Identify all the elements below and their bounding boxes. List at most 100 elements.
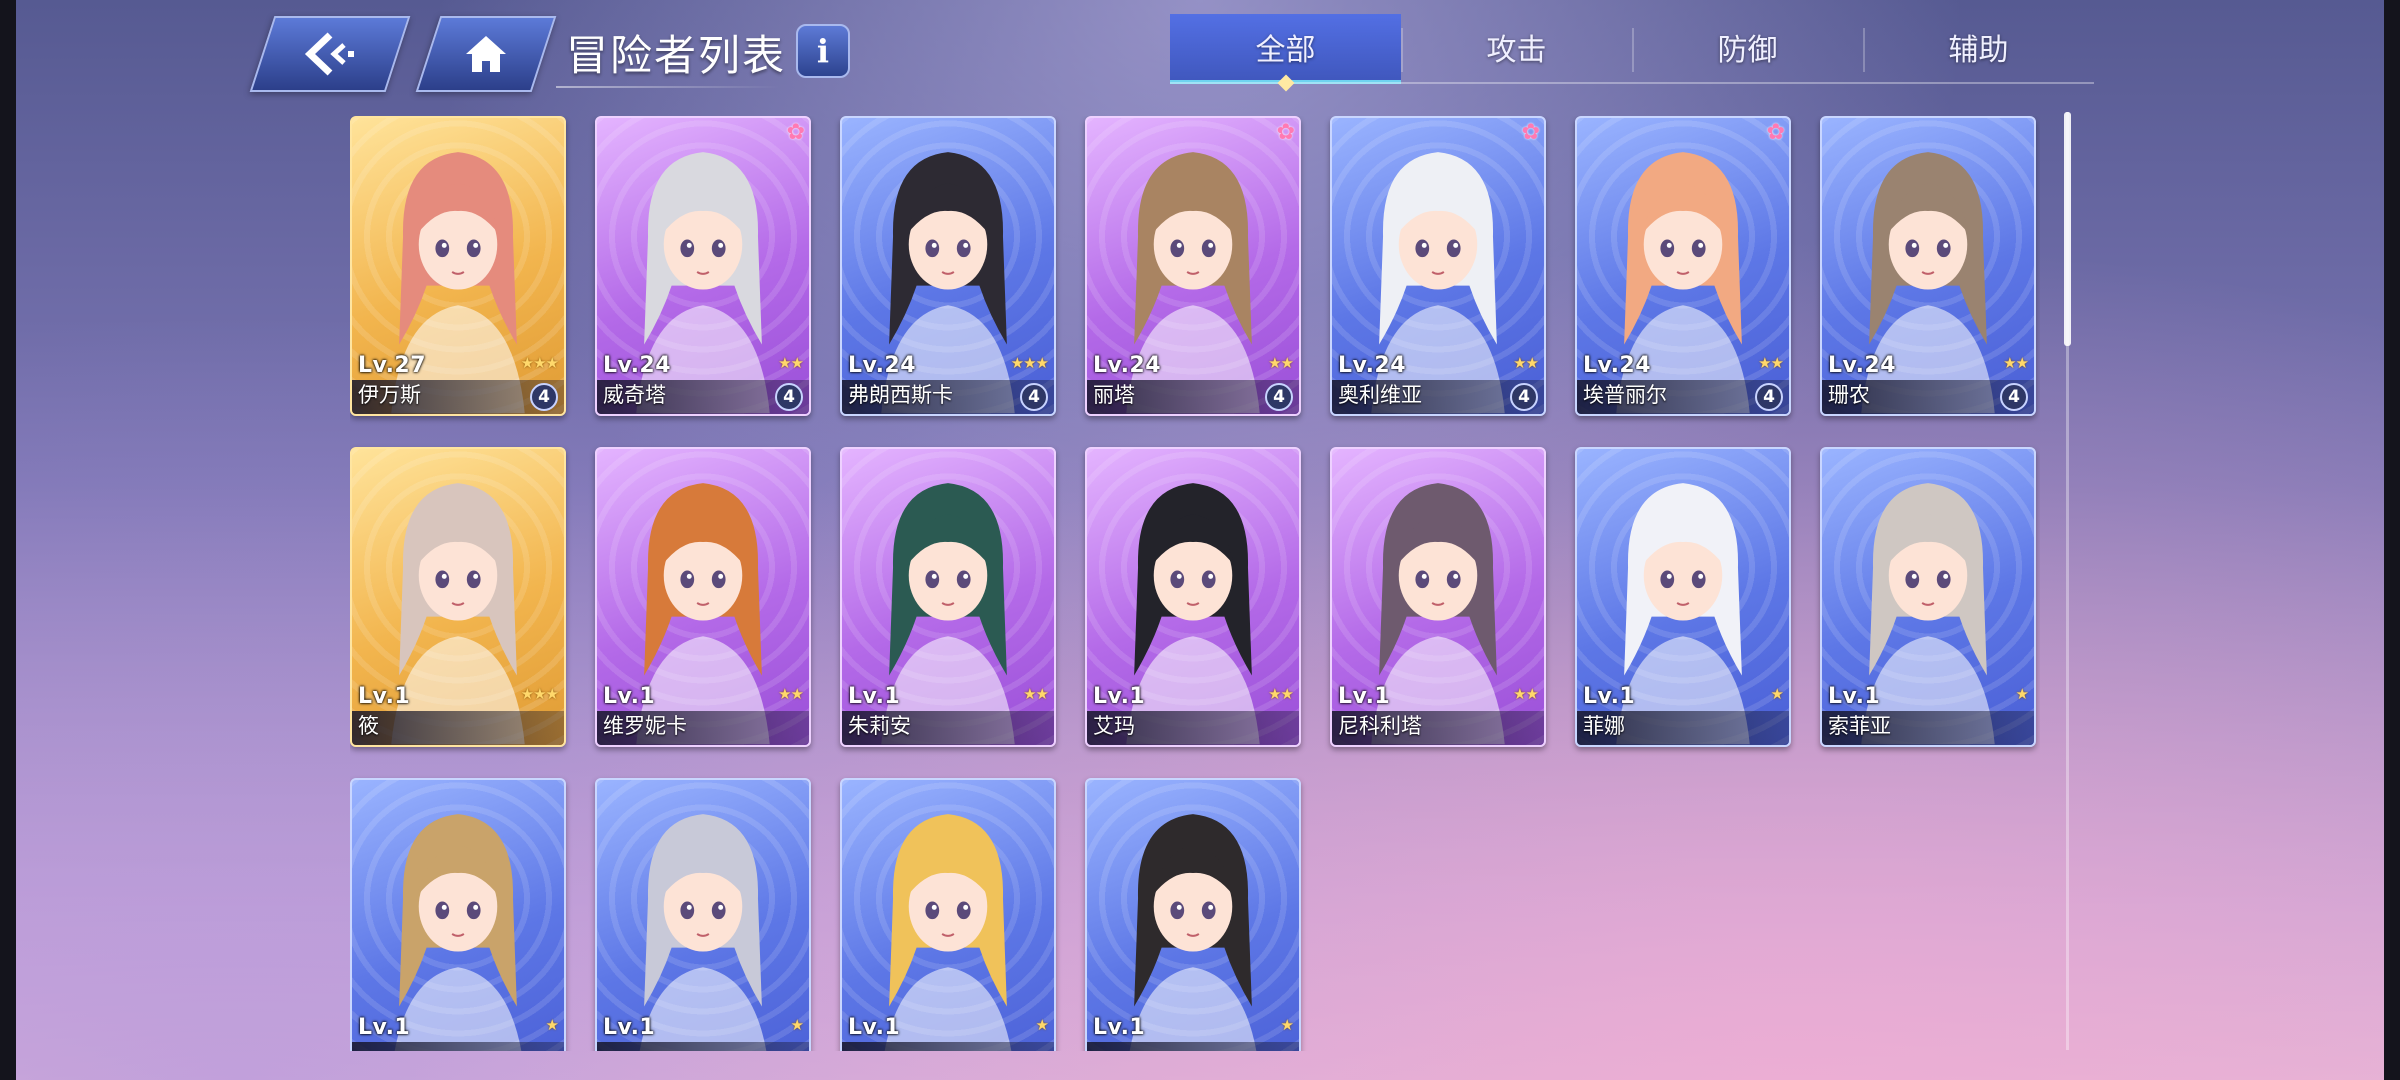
adventurer-name: 筱 bbox=[358, 714, 379, 738]
back-arrow-icon bbox=[304, 32, 354, 76]
rank-badge: 4 bbox=[1265, 383, 1293, 411]
rank-badge: 4 bbox=[1020, 383, 1048, 411]
name-bar bbox=[842, 1042, 1054, 1051]
level-label: Lv.24 bbox=[1338, 353, 1407, 378]
star-rating-icon: ★★ bbox=[778, 354, 804, 372]
adventurer-name: 埃普丽尔 bbox=[1583, 383, 1667, 407]
category-tabs: 全部 攻击 防御 辅助 bbox=[1170, 14, 2094, 92]
star-rating-icon: ★ bbox=[1280, 1016, 1294, 1034]
adventurer-card[interactable]: Lv.1 ★ bbox=[840, 778, 1056, 1051]
level-label: Lv.1 bbox=[1583, 684, 1636, 709]
scrollbar-thumb[interactable] bbox=[2064, 112, 2071, 346]
level-label: Lv.1 bbox=[358, 1015, 411, 1040]
character-portrait bbox=[394, 814, 522, 1051]
adventurer-card[interactable]: Lv.1 ★ bbox=[350, 778, 566, 1051]
name-bar bbox=[352, 1042, 564, 1051]
level-label: Lv.1 bbox=[848, 684, 901, 709]
rank-badge: 4 bbox=[1755, 383, 1783, 411]
level-label: Lv.1 bbox=[1093, 1015, 1146, 1040]
star-rating-icon: ★ bbox=[790, 1016, 804, 1034]
paw-icon: ✿ bbox=[1276, 120, 1295, 145]
star-rating-icon: ★★★ bbox=[1010, 354, 1049, 372]
rank-badge: 4 bbox=[1510, 383, 1538, 411]
adventurer-card[interactable]: Lv.1 ★★★ 筱 bbox=[350, 447, 566, 747]
paw-icon: ✿ bbox=[1521, 120, 1540, 145]
character-portrait bbox=[1129, 814, 1257, 1051]
adventurer-name: 菲娜 bbox=[1583, 714, 1625, 738]
tab-defense[interactable]: 防御 bbox=[1632, 14, 1863, 80]
star-rating-icon: ★★ bbox=[1513, 685, 1539, 703]
adventurer-card[interactable]: Lv.27 ★★★ 伊万斯 4 bbox=[350, 116, 566, 416]
level-label: Lv.24 bbox=[1093, 353, 1162, 378]
rank-badge: 4 bbox=[775, 383, 803, 411]
screen-edge-left bbox=[0, 0, 16, 1080]
star-rating-icon: ★★ bbox=[1268, 685, 1294, 703]
star-rating-icon: ★★ bbox=[2003, 354, 2029, 372]
page-title: 冒险者列表 bbox=[566, 31, 787, 80]
adventurer-card[interactable]: Lv.1 ★ 索菲亚 bbox=[1820, 447, 2036, 747]
star-rating-icon: ★ bbox=[1035, 1016, 1049, 1034]
character-portrait bbox=[639, 814, 767, 1051]
adventurer-card[interactable]: Lv.1 ★ 菲娜 bbox=[1575, 447, 1791, 747]
adventurer-name: 朱莉安 bbox=[848, 714, 911, 738]
level-label: Lv.24 bbox=[848, 353, 917, 378]
star-rating-icon: ★★ bbox=[1023, 685, 1049, 703]
paw-icon: ✿ bbox=[1766, 120, 1785, 145]
adventurer-name: 弗朗西斯卡 bbox=[848, 383, 953, 407]
tab-label: 防御 bbox=[1717, 33, 1778, 68]
adventurer-card[interactable]: ✿ Lv.24 ★★ 埃普丽尔 4 bbox=[1575, 116, 1791, 416]
level-label: Lv.24 bbox=[1583, 353, 1652, 378]
adventurer-name: 艾玛 bbox=[1093, 714, 1135, 738]
title-underline bbox=[556, 86, 780, 88]
star-rating-icon: ★★★ bbox=[520, 354, 559, 372]
adventurer-card[interactable]: Lv.24 ★★ 珊农 4 bbox=[1820, 116, 2036, 416]
adventurer-card[interactable]: Lv.24 ★★★ 弗朗西斯卡 4 bbox=[840, 116, 1056, 416]
adventurer-name: 威奇塔 bbox=[603, 383, 666, 407]
star-rating-icon: ★ bbox=[545, 1016, 559, 1034]
star-rating-icon: ★ bbox=[1770, 685, 1784, 703]
adventurer-name: 丽塔 bbox=[1093, 383, 1135, 407]
adventurer-name: 奥利维亚 bbox=[1338, 383, 1422, 407]
level-label: Lv.1 bbox=[1828, 684, 1881, 709]
active-tab-indicator bbox=[1277, 74, 1294, 92]
character-portrait bbox=[884, 814, 1012, 1051]
adventurer-card[interactable]: Lv.1 ★★ 尼科利塔 bbox=[1330, 447, 1546, 747]
star-rating-icon: ★★ bbox=[1758, 354, 1784, 372]
name-bar bbox=[352, 711, 564, 745]
back-button[interactable] bbox=[249, 16, 411, 92]
screen-edge-right bbox=[2384, 0, 2400, 1080]
name-bar bbox=[1087, 1042, 1299, 1051]
adventurer-card[interactable]: ✿ Lv.24 ★★ 丽塔 4 bbox=[1085, 116, 1301, 416]
rank-badge: 4 bbox=[2000, 383, 2028, 411]
adventurer-card[interactable]: Lv.1 ★ bbox=[595, 778, 811, 1051]
adventurer-name: 维罗妮卡 bbox=[603, 714, 687, 738]
rank-badge: 4 bbox=[530, 383, 558, 411]
adventurer-name: 珊农 bbox=[1828, 383, 1870, 407]
star-rating-icon: ★★ bbox=[1268, 354, 1294, 372]
level-label: Lv.24 bbox=[603, 353, 672, 378]
tab-label: 全部 bbox=[1255, 33, 1316, 68]
level-label: Lv.1 bbox=[1093, 684, 1146, 709]
tabs-divider bbox=[1170, 82, 2094, 84]
adventurer-card[interactable]: Lv.1 ★★ 朱莉安 bbox=[840, 447, 1056, 747]
level-label: Lv.1 bbox=[603, 684, 656, 709]
level-label: Lv.1 bbox=[848, 1015, 901, 1040]
home-icon bbox=[466, 36, 506, 72]
level-label: Lv.1 bbox=[1338, 684, 1391, 709]
level-label: Lv.27 bbox=[358, 353, 427, 378]
home-button[interactable] bbox=[415, 16, 557, 92]
tab-all[interactable]: 全部 bbox=[1170, 14, 1401, 92]
tab-support[interactable]: 辅助 bbox=[1863, 14, 2094, 80]
adventurer-card[interactable]: Lv.1 ★ bbox=[1085, 778, 1301, 1051]
adventurer-card[interactable]: ✿ Lv.24 ★★ 威奇塔 4 bbox=[595, 116, 811, 416]
adventurer-grid: Lv.27 ★★★ 伊万斯 4 ✿ Lv.24 ★★ 威奇塔 4 Lv.24 ★★★ 弗朗西斯卡 4 ✿ L… bbox=[350, 116, 2040, 1051]
adventurer-card[interactable]: Lv.1 ★★ 维罗妮卡 bbox=[595, 447, 811, 747]
level-label: Lv.1 bbox=[358, 684, 411, 709]
adventurer-name: 索菲亚 bbox=[1828, 714, 1891, 738]
star-rating-icon: ★★ bbox=[1513, 354, 1539, 372]
level-label: Lv.1 bbox=[603, 1015, 656, 1040]
adventurer-card[interactable]: Lv.1 ★★ 艾玛 bbox=[1085, 447, 1301, 747]
adventurer-card[interactable]: ✿ Lv.24 ★★ 奥利维亚 4 bbox=[1330, 116, 1546, 416]
info-button[interactable]: i bbox=[796, 24, 850, 78]
tab-attack[interactable]: 攻击 bbox=[1401, 14, 1632, 80]
